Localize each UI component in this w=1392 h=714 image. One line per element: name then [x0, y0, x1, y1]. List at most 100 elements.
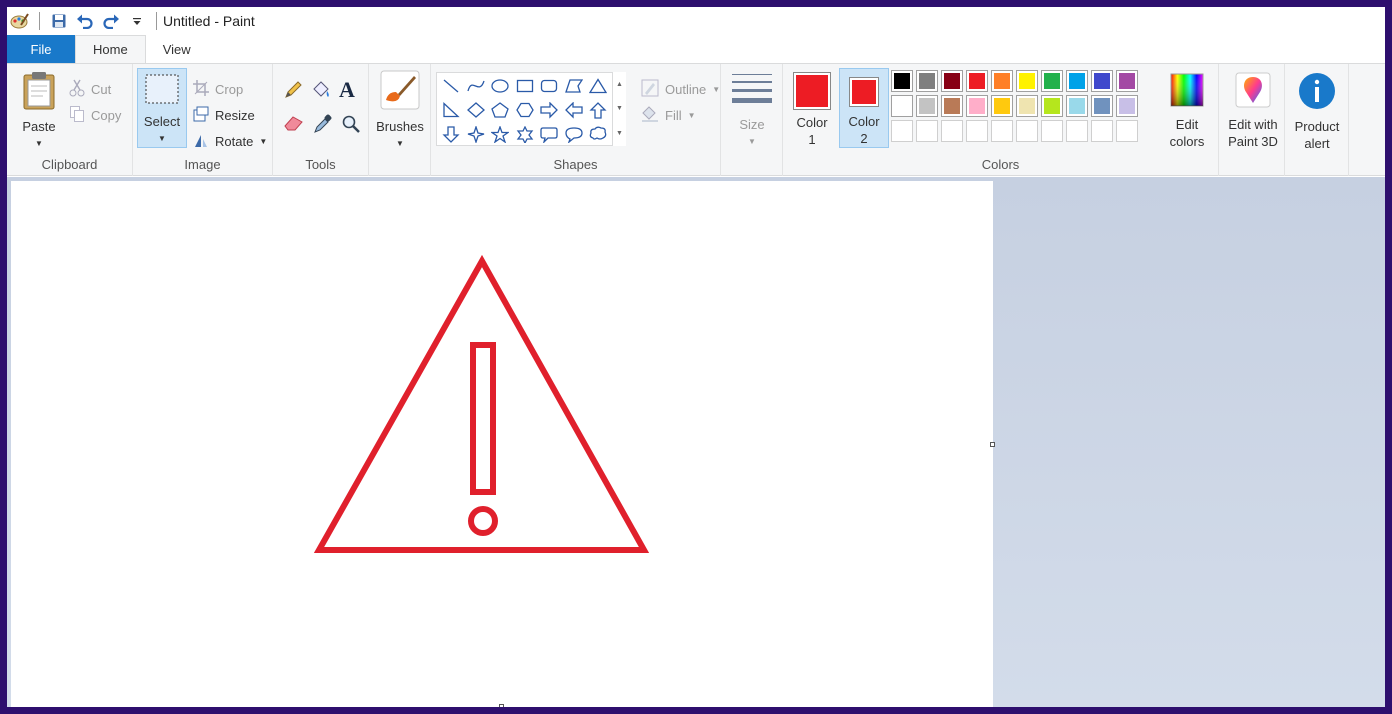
shape-left-arrow-icon[interactable]: [562, 98, 587, 122]
select-button[interactable]: Select ▼: [137, 68, 187, 148]
color1-button[interactable]: Color 1: [789, 68, 835, 148]
palette-swatch[interactable]: [1091, 70, 1113, 92]
palette-swatch[interactable]: [1041, 70, 1063, 92]
cut-button[interactable]: Cut: [69, 78, 111, 100]
edit-colors-button[interactable]: Edit colors: [1161, 72, 1213, 150]
shape-rounded-rectangle-icon[interactable]: [537, 74, 562, 98]
paste-icon: [21, 70, 57, 114]
palette-swatch-empty[interactable]: [891, 120, 913, 142]
rotate-button[interactable]: Rotate ▼: [193, 130, 267, 152]
palette-swatch-empty[interactable]: [1016, 120, 1038, 142]
shape-down-arrow-icon[interactable]: [439, 122, 464, 146]
pencil-icon[interactable]: [283, 80, 303, 103]
palette-swatch[interactable]: [991, 95, 1013, 117]
fill-button[interactable]: Fill ▼: [641, 104, 696, 126]
palette-swatch[interactable]: [1041, 95, 1063, 117]
shape-hexagon-icon[interactable]: [513, 98, 538, 122]
image-group-label: Image: [184, 157, 221, 172]
palette-swatch[interactable]: [916, 70, 938, 92]
paint3d-group: Edit with Paint 3D: [1219, 64, 1285, 176]
magnifier-icon[interactable]: [341, 114, 361, 137]
shape-five-point-star-icon[interactable]: [488, 122, 513, 146]
size-button[interactable]: Size ▼: [727, 72, 777, 150]
palette-swatch-empty[interactable]: [941, 120, 963, 142]
canvas-resize-handle-right[interactable]: [990, 442, 995, 447]
shape-triangle-icon[interactable]: [586, 74, 611, 98]
palette-swatch-empty[interactable]: [1091, 120, 1113, 142]
palette-swatch[interactable]: [991, 70, 1013, 92]
shape-rounded-callout-icon[interactable]: [537, 122, 562, 146]
canvas-resize-handle-bottom[interactable]: [499, 704, 504, 707]
palette-swatch-empty[interactable]: [991, 120, 1013, 142]
product-alert-group: Product alert: [1285, 64, 1349, 176]
palette-swatch[interactable]: [1016, 95, 1038, 117]
palette-swatch-empty[interactable]: [966, 120, 988, 142]
copy-button[interactable]: Copy: [69, 104, 121, 126]
shape-right-triangle-icon[interactable]: [439, 98, 464, 122]
shape-diamond-icon[interactable]: [464, 98, 489, 122]
shape-oval-icon[interactable]: [488, 74, 513, 98]
color-palette: [891, 70, 1138, 142]
drawing-canvas[interactable]: [11, 181, 993, 707]
shape-pentagon-icon[interactable]: [488, 98, 513, 122]
palette-swatch[interactable]: [1066, 95, 1088, 117]
palette-swatch[interactable]: [966, 70, 988, 92]
brushes-button[interactable]: Brushes ▼: [375, 70, 425, 152]
paint-app-icon[interactable]: [9, 10, 31, 32]
palette-swatch[interactable]: [966, 95, 988, 117]
scroll-up-icon[interactable]: ▲: [616, 81, 623, 88]
palette-swatch[interactable]: [1091, 95, 1113, 117]
undo-icon[interactable]: [74, 10, 96, 32]
palette-swatch-empty[interactable]: [1066, 120, 1088, 142]
outline-button[interactable]: Outline ▼: [641, 78, 720, 100]
color2-button[interactable]: Color 2: [839, 68, 889, 148]
palette-swatch[interactable]: [891, 95, 913, 117]
text-icon[interactable]: A: [339, 77, 355, 103]
customize-qat-icon[interactable]: [126, 10, 148, 32]
color2-swatch: [849, 77, 879, 107]
shapes-gallery: ▲ ▼ ▼: [436, 72, 626, 146]
paste-button[interactable]: Paste ▼: [15, 70, 63, 152]
shape-rectangle-icon[interactable]: [513, 74, 538, 98]
fill-bucket-icon[interactable]: [311, 80, 333, 103]
crop-button[interactable]: Crop: [193, 78, 243, 100]
shape-four-point-star-icon[interactable]: [464, 122, 489, 146]
shape-up-arrow-icon[interactable]: [586, 98, 611, 122]
eraser-icon[interactable]: [283, 114, 305, 135]
redo-icon[interactable]: [100, 10, 122, 32]
tab-view[interactable]: View: [146, 35, 208, 63]
scroll-down-icon[interactable]: ▼: [616, 105, 623, 112]
fill-bucket-small-icon: [641, 105, 659, 126]
shape-six-point-star-icon[interactable]: [513, 122, 538, 146]
shape-oval-callout-icon[interactable]: [562, 122, 587, 146]
palette-swatch[interactable]: [1066, 70, 1088, 92]
palette-swatch-empty[interactable]: [916, 120, 938, 142]
tab-file[interactable]: File: [7, 35, 75, 63]
image-group: Select ▼ Crop Resize Rotate ▼ Image: [133, 64, 273, 176]
save-icon[interactable]: [48, 10, 70, 32]
resize-icon: [193, 106, 209, 125]
tab-home[interactable]: Home: [75, 35, 146, 63]
ribbon: Paste ▼ Cut Copy Clipboard Select ▼ Crop…: [7, 63, 1385, 176]
palette-swatch[interactable]: [1116, 70, 1138, 92]
shape-cloud-callout-icon[interactable]: [586, 122, 611, 146]
shape-polygon-icon[interactable]: [562, 74, 587, 98]
color-picker-icon[interactable]: [313, 114, 333, 137]
palette-swatch[interactable]: [916, 95, 938, 117]
shape-right-arrow-icon[interactable]: [537, 98, 562, 122]
palette-swatch[interactable]: [941, 70, 963, 92]
palette-swatch[interactable]: [1016, 70, 1038, 92]
gallery-expand-icon[interactable]: ▼: [616, 130, 623, 137]
palette-swatch-empty[interactable]: [1041, 120, 1063, 142]
palette-swatch-empty[interactable]: [1116, 120, 1138, 142]
shape-line-icon[interactable]: [439, 74, 464, 98]
palette-swatch[interactable]: [891, 70, 913, 92]
palette-swatch[interactable]: [1116, 95, 1138, 117]
edit-with-paint3d-button[interactable]: Edit with Paint 3D: [1223, 72, 1283, 150]
resize-button[interactable]: Resize: [193, 104, 255, 126]
brushes-group: Brushes ▼: [369, 64, 431, 176]
product-alert-button[interactable]: Product alert: [1289, 72, 1345, 152]
shape-curve-icon[interactable]: [464, 74, 489, 98]
shapes-gallery-scroll[interactable]: ▲ ▼ ▼: [612, 72, 626, 146]
palette-swatch[interactable]: [941, 95, 963, 117]
